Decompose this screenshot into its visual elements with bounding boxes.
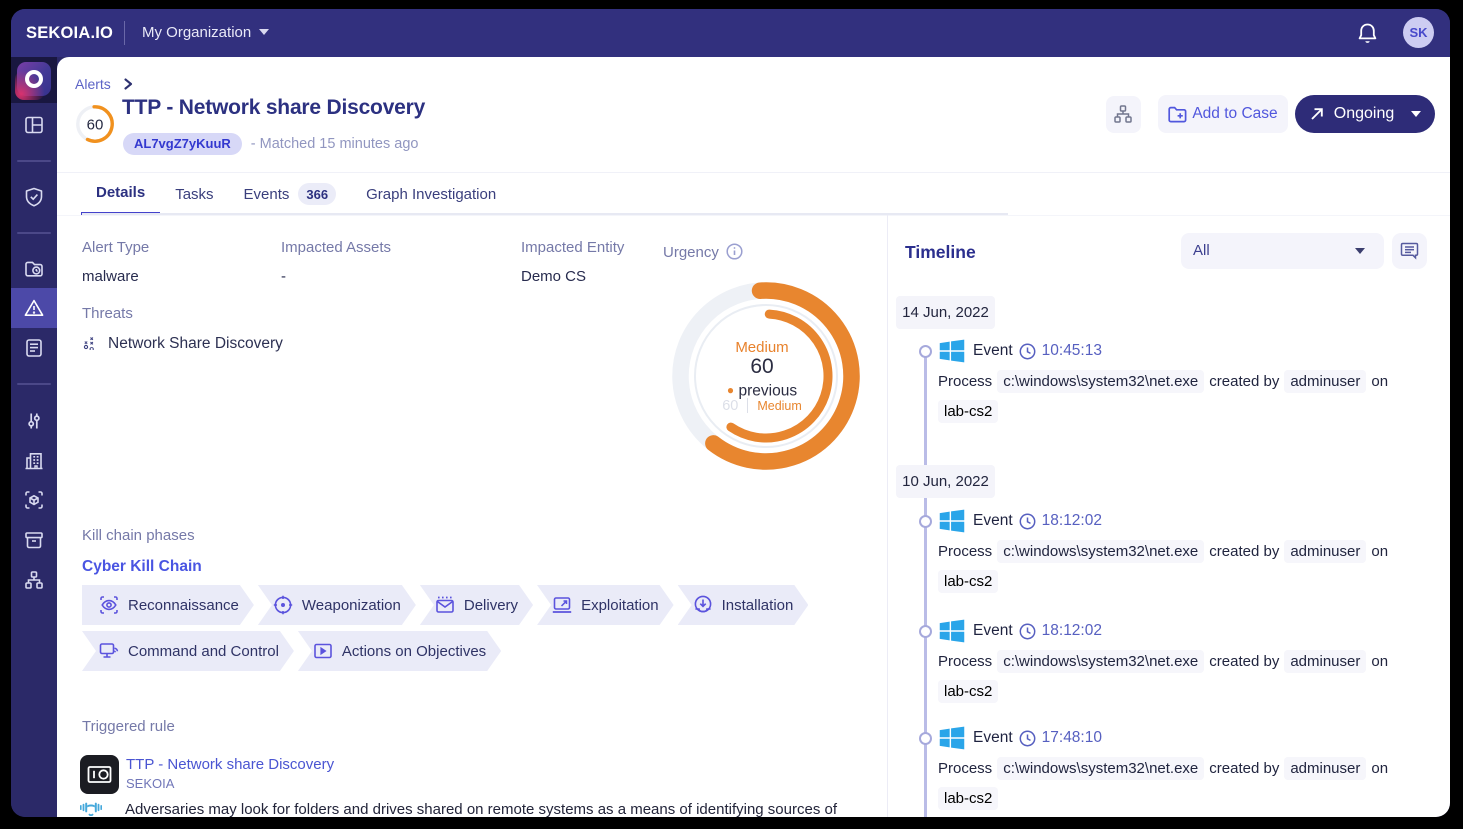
svg-text:60: 60 <box>87 116 104 133</box>
